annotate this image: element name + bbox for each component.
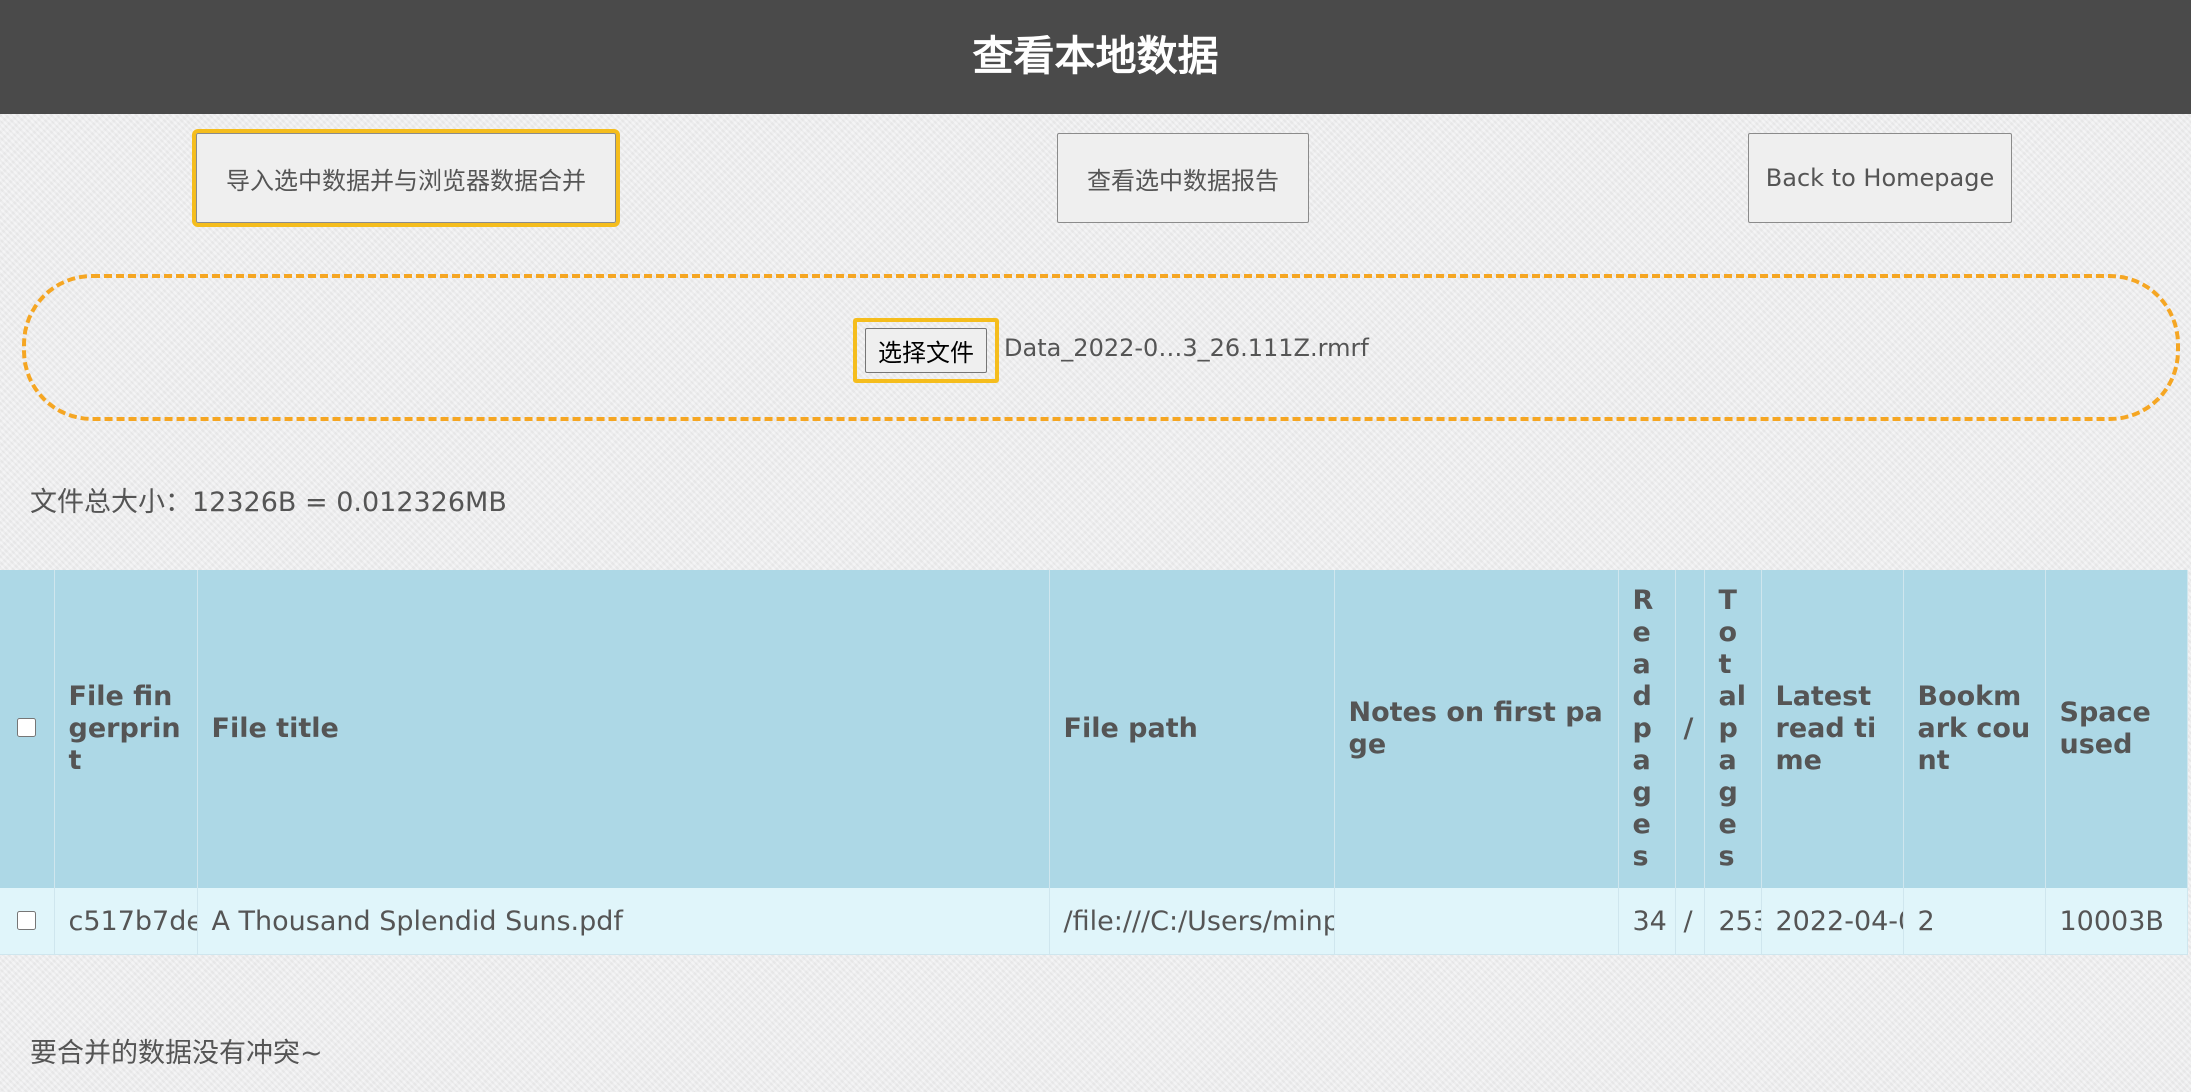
import-merge-button[interactable]: 导入选中数据并与浏览器数据合并 [192,129,620,227]
choose-file-label[interactable]: 选择文件 [865,328,987,373]
table-header-row: File fingerprint File title File path No… [0,570,2188,888]
page-header: 查看本地数据 [0,0,2191,114]
header-read-pages[interactable]: Readpages [1618,570,1676,888]
cell-notes [1334,888,1619,955]
header-bookmarks[interactable]: Bookmark count [1903,570,2046,888]
header-slash: / [1675,570,1705,888]
cell-path: /file:///C:/Users/minpa [1049,888,1335,955]
total-size-text: 文件总大小：12326B = 0.012326MB [30,487,507,518]
merge-status-message: 要合并的数据没有冲突~ [30,1038,323,1069]
cell-title: A Thousand Splendid Suns.pdf [197,888,1050,955]
cell-fingerprint: c517b7de3 [54,888,198,955]
selected-file-name: Data_2022-0…3_26.111Z.rmrf [1004,334,1369,362]
choose-file-button[interactable]: 选择文件 [853,318,999,383]
header-latest-read[interactable]: Latest read time [1761,570,1904,888]
cell-space: 10003B [2045,888,2188,955]
row-checkbox[interactable] [17,910,37,930]
data-table: File fingerprint File title File path No… [0,570,2188,955]
header-total-pages[interactable]: Totalpages [1704,570,1762,888]
select-all-checkbox[interactable] [17,718,37,737]
header-space[interactable]: Space used [2045,570,2188,888]
page-title: 查看本地数据 [972,32,1219,80]
cell-latest-read: 2022-04-0 [1761,888,1904,955]
cell-slash: / [1675,888,1705,955]
row-select-cell [0,888,55,955]
cell-total-pages: 253 [1704,888,1762,955]
cell-read-pages: 34 [1618,888,1676,955]
header-title[interactable]: File title [197,570,1050,888]
header-fingerprint[interactable]: File fingerprint [54,570,198,888]
view-report-button[interactable]: 查看选中数据报告 [1057,133,1309,223]
select-all-cell [0,570,55,888]
cell-bookmarks: 2 [1903,888,2046,955]
header-notes[interactable]: Notes on first page [1334,570,1619,888]
table-row[interactable]: c517b7de3 A Thousand Splendid Suns.pdf /… [0,888,2188,955]
header-path[interactable]: File path [1049,570,1335,888]
back-home-button[interactable]: Back to Homepage [1748,133,2012,223]
